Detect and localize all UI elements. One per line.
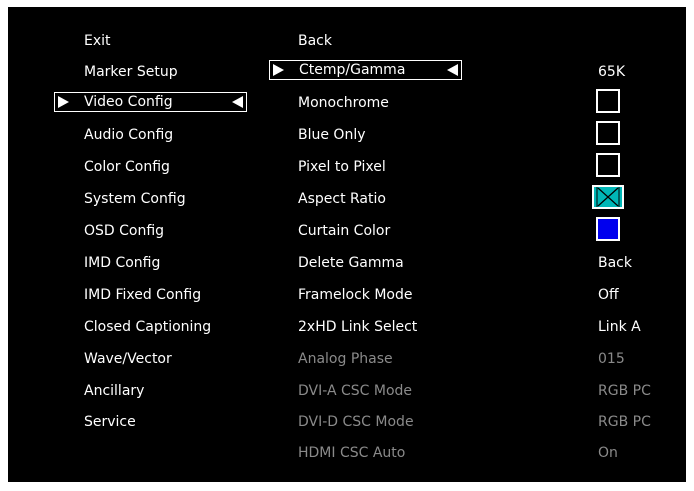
selection-arrow-right-icon <box>58 96 69 108</box>
submenu-item-2xhd-link-select[interactable]: 2xHD Link Select <box>298 317 417 337</box>
submenu-item-label: Curtain Color <box>298 223 391 239</box>
submenu-item-dvi-d-csc-mode: DVI-D CSC Mode <box>298 412 414 432</box>
aspect-ratio-marker[interactable] <box>592 185 624 209</box>
submenu-item-ctemp-gamma[interactable]: Ctemp/Gamma <box>269 60 462 80</box>
menu-item-osd-config[interactable]: OSD Config <box>84 221 164 241</box>
submenu-item-back[interactable]: Back <box>298 31 332 51</box>
submenu-item-label: DVI-A CSC Mode <box>298 383 413 399</box>
submenu-item-label: Analog Phase <box>298 351 393 367</box>
value-text: RGB PC <box>598 414 651 430</box>
curtain-color-swatch[interactable] <box>596 217 620 241</box>
submenu-item-aspect-ratio[interactable]: Aspect Ratio <box>298 189 386 209</box>
value-text: 65K <box>598 64 625 80</box>
submenu-item-analog-phase: Analog Phase <box>298 349 393 369</box>
menu-item-wave-vector[interactable]: Wave/Vector <box>84 349 172 369</box>
osd-menu-panel: Exit Marker Setup Video Config Audio Con… <box>8 7 686 482</box>
submenu-item-label: HDMI CSC Auto <box>298 445 406 461</box>
menu-item-exit[interactable]: Exit <box>84 31 111 51</box>
menu-item-marker-setup[interactable]: Marker Setup <box>84 62 178 82</box>
menu-item-label: System Config <box>84 191 186 207</box>
value-text: Off <box>598 287 619 303</box>
submenu-item-delete-gamma[interactable]: Delete Gamma <box>298 253 404 273</box>
monochrome-checkbox[interactable] <box>596 89 620 113</box>
menu-item-label: Color Config <box>84 159 170 175</box>
submenu-item-dvi-a-csc-mode: DVI-A CSC Mode <box>298 381 412 401</box>
selection-arrow-left-icon <box>232 96 243 108</box>
submenu-item-pixel-to-pixel[interactable]: Pixel to Pixel <box>298 157 386 177</box>
value-text: Link A <box>598 319 641 335</box>
value-text: RGB PC <box>598 383 651 399</box>
submenu-item-curtain-color[interactable]: Curtain Color <box>298 221 390 241</box>
submenu-item-monochrome[interactable]: Monochrome <box>298 93 389 113</box>
menu-item-ancillary[interactable]: Ancillary <box>84 381 144 401</box>
ctemp-gamma-value: 65K <box>598 62 625 82</box>
selection-arrow-left-icon <box>447 64 458 76</box>
dvi-d-csc-mode-value: RGB PC <box>598 412 651 432</box>
menu-item-label: Wave/Vector <box>84 351 172 367</box>
menu-item-imd-fixed-config[interactable]: IMD Fixed Config <box>84 285 201 305</box>
value-text: Back <box>598 255 632 271</box>
menu-item-imd-config[interactable]: IMD Config <box>84 253 160 273</box>
menu-item-label: Exit <box>84 33 111 49</box>
menu-item-label: IMD Config <box>84 255 161 271</box>
menu-item-label: Service <box>84 414 136 430</box>
menu-item-label: Closed Captioning <box>84 319 212 335</box>
submenu-item-label: Blue Only <box>298 127 366 143</box>
submenu-item-blue-only[interactable]: Blue Only <box>298 125 366 145</box>
menu-item-label: Ancillary <box>84 383 145 399</box>
dvi-a-csc-mode-value: RGB PC <box>598 381 651 401</box>
submenu-item-framelock-mode[interactable]: Framelock Mode <box>298 285 412 305</box>
value-text: On <box>598 445 618 461</box>
menu-item-closed-captioning[interactable]: Closed Captioning <box>84 317 211 337</box>
submenu-item-label: Pixel to Pixel <box>298 159 386 175</box>
menu-item-label: Video Config <box>84 94 173 110</box>
menu-item-video-config[interactable]: Video Config <box>54 92 247 112</box>
selection-arrow-right-icon <box>273 64 284 76</box>
x-marker-icon <box>596 187 620 207</box>
link-select-value: Link A <box>598 317 641 337</box>
submenu-item-label: Back <box>298 33 332 49</box>
submenu-item-label: Delete Gamma <box>298 255 404 271</box>
submenu-item-label: Framelock Mode <box>298 287 413 303</box>
menu-item-audio-config[interactable]: Audio Config <box>84 125 173 145</box>
analog-phase-value: 015 <box>598 349 625 369</box>
pixel-to-pixel-checkbox[interactable] <box>596 153 620 177</box>
menu-item-label: IMD Fixed Config <box>84 287 202 303</box>
menu-item-label: Audio Config <box>84 127 174 143</box>
menu-item-service[interactable]: Service <box>84 412 136 432</box>
submenu-item-label: Monochrome <box>298 95 389 111</box>
submenu-item-label: Aspect Ratio <box>298 191 386 207</box>
menu-item-system-config[interactable]: System Config <box>84 189 186 209</box>
submenu-item-label: Ctemp/Gamma <box>299 62 406 78</box>
submenu-item-label: DVI-D CSC Mode <box>298 414 414 430</box>
framelock-mode-value: Off <box>598 285 619 305</box>
submenu-item-label: 2xHD Link Select <box>298 319 418 335</box>
hdmi-csc-auto-value: On <box>598 443 618 463</box>
value-text: 015 <box>598 351 625 367</box>
menu-item-color-config[interactable]: Color Config <box>84 157 170 177</box>
blue-only-checkbox[interactable] <box>596 121 620 145</box>
menu-item-label: Marker Setup <box>84 64 178 80</box>
submenu-item-hdmi-csc-auto: HDMI CSC Auto <box>298 443 405 463</box>
menu-item-label: OSD Config <box>84 223 165 239</box>
delete-gamma-value: Back <box>598 253 632 273</box>
